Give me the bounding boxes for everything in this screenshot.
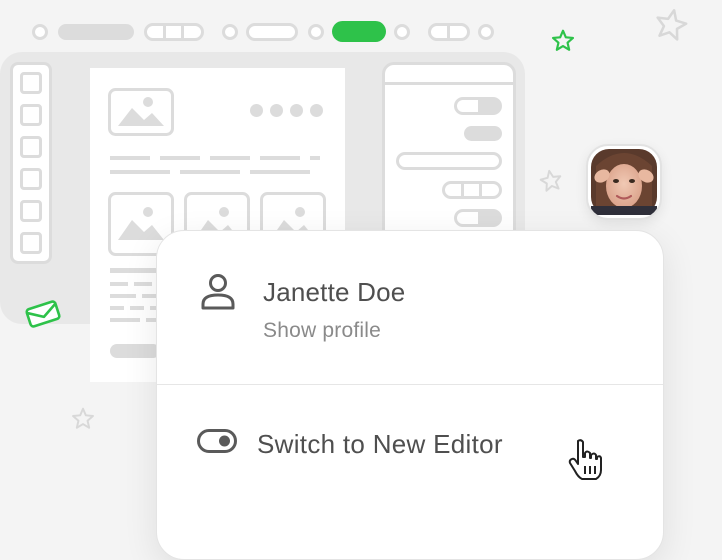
avatar[interactable] [586, 144, 662, 220]
star-icon [539, 169, 562, 192]
wire-input [396, 152, 502, 170]
wire-toggle [454, 97, 502, 115]
show-profile-link[interactable]: Show profile [263, 319, 381, 343]
user-name: Janette Doe [263, 277, 406, 307]
toolbar-pill-outline [246, 23, 298, 41]
image-placeholder-icon [108, 88, 174, 136]
wire-sidebar-box [20, 232, 42, 254]
toolbar-dot [478, 24, 494, 40]
wire-text-line [110, 156, 320, 160]
envelope-icon [25, 300, 61, 328]
wire-divider [385, 82, 513, 85]
star-icon [656, 9, 688, 41]
wire-text-line [110, 318, 156, 322]
star-icon [551, 29, 575, 51]
wire-dot [270, 104, 283, 117]
wire-toggle [454, 209, 502, 227]
wire-text-line [110, 294, 156, 298]
wire-sidebar-box [20, 168, 42, 190]
wire-segmented [442, 181, 502, 199]
toolbar-segmented [144, 23, 204, 41]
menu-item-profile[interactable]: Janette Doe Show profile [157, 231, 665, 384]
toolbar-dot [394, 24, 410, 40]
wire-dot [290, 104, 303, 117]
user-icon [201, 274, 235, 310]
wire-pill [464, 126, 502, 141]
toolbar-segmented [428, 23, 470, 41]
wire-sidebar-box [20, 200, 42, 222]
wire-text-line [110, 282, 156, 286]
avatar-photo [591, 149, 657, 215]
wire-dot [250, 104, 263, 117]
switch-editor-label: Switch to New Editor [257, 429, 503, 459]
toolbar-pill [58, 24, 134, 40]
hand-cursor-icon [568, 439, 602, 480]
wire-text-line [110, 268, 160, 273]
wire-button [110, 344, 160, 358]
wire-dot [310, 104, 323, 117]
toolbar-active-pill [332, 21, 386, 42]
wire-sidebar-box [20, 72, 42, 94]
toolbar-dot [222, 24, 238, 40]
wire-text-line [110, 170, 320, 174]
profile-dropdown-menu: Janette Doe Show profile Switch to New E… [156, 230, 664, 560]
wire-text-line [110, 306, 156, 310]
toggle-icon [197, 429, 237, 453]
star-icon [72, 407, 94, 429]
wire-sidebar-box [20, 104, 42, 126]
toolbar-dot [32, 24, 48, 40]
wire-sidebar-box [20, 136, 42, 158]
toolbar-dot [308, 24, 324, 40]
